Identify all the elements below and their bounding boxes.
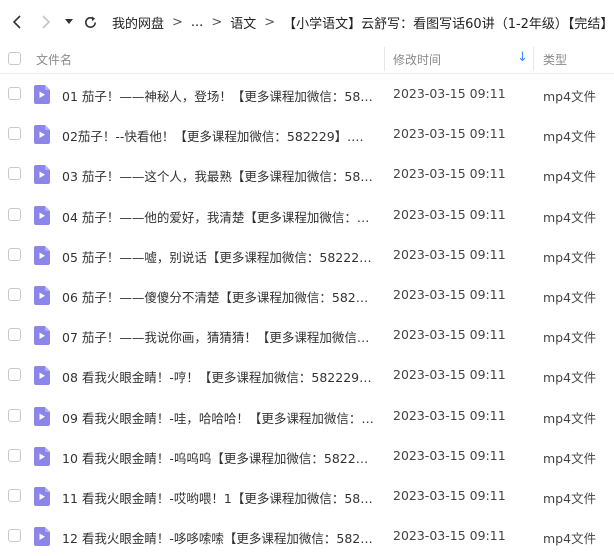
- file-type: mp4文件: [543, 410, 597, 426]
- file-row[interactable]: 11 看我火眼金睛！-哎哟喂！1【更多课程加微信：582229】.mp4 202…: [0, 476, 614, 516]
- file-name[interactable]: 05 茄子！——嘘，别说话【更多课程加微信：582229】.mp4: [62, 247, 374, 266]
- breadcrumb-ellipsis[interactable]: ...: [191, 15, 203, 30]
- caret-down-icon: [65, 19, 73, 24]
- row-checkbox[interactable]: [8, 127, 21, 141]
- breadcrumb: 我的网盘 > ... > 语文 > 【小学语文】云舒写：看图写话60讲（1-2年…: [112, 13, 614, 32]
- file-row[interactable]: 12 看我火眼金睛！-哆哆嗦嗦【更多课程加微信：582229】.mp4 2023…: [0, 516, 614, 556]
- sort-descending-icon[interactable]: ↓: [517, 50, 528, 65]
- file-type: mp4文件: [543, 129, 597, 145]
- row-checkbox[interactable]: [8, 529, 21, 543]
- file-name[interactable]: 04 茄子！——他的爱好，我清楚【更多课程加微信：582229】.mp4: [62, 207, 374, 226]
- chevron-left-icon: [12, 15, 21, 29]
- file-modified-time: 2023-03-15 09:11: [393, 166, 506, 182]
- file-modified-time: 2023-03-15 09:11: [393, 126, 506, 142]
- video-file-icon: [34, 366, 50, 386]
- file-list: 01 茄子！——神秘人，登场！【更多课程加微信：582229】.mp4 2023…: [0, 74, 614, 556]
- column-header-time[interactable]: 修改时间: [393, 51, 441, 68]
- row-checkbox[interactable]: [8, 328, 21, 342]
- video-file-icon: [34, 245, 50, 265]
- row-checkbox[interactable]: [8, 247, 21, 261]
- file-type: mp4文件: [543, 169, 597, 185]
- file-type: mp4文件: [543, 330, 597, 346]
- video-file-icon: [34, 165, 50, 185]
- file-row[interactable]: 04 茄子！——他的爱好，我清楚【更多课程加微信：582229】.mp4 202…: [0, 195, 614, 235]
- row-checkbox[interactable]: [8, 207, 21, 221]
- file-modified-time: 2023-03-15 09:11: [393, 206, 506, 222]
- row-checkbox[interactable]: [8, 488, 21, 502]
- file-row[interactable]: 08 看我火眼金睛！-哼！【更多课程加微信：582229】.mp4 2023-0…: [0, 355, 614, 395]
- file-type: mp4文件: [543, 370, 597, 386]
- video-file-icon: [34, 527, 50, 547]
- history-dropdown-button[interactable]: [60, 0, 78, 44]
- chevron-right-icon: [42, 15, 51, 29]
- file-modified-time: 2023-03-15 09:11: [393, 86, 506, 101]
- file-row[interactable]: 09 看我火眼金睛！-哇，哈哈哈！【更多课程加微信：582229】.mp4 20…: [0, 396, 614, 436]
- file-row[interactable]: 07 茄子！——我说你画，猜猜猜！【更多课程加微信：582229】.mp4 20…: [0, 315, 614, 355]
- video-file-icon: [34, 446, 50, 466]
- video-file-icon: [34, 406, 50, 426]
- file-row[interactable]: 01 茄子！——神秘人，登场！【更多课程加微信：582229】.mp4 2023…: [0, 74, 614, 114]
- file-modified-time: 2023-03-15 09:11: [393, 447, 506, 463]
- file-type: mp4文件: [543, 531, 597, 547]
- breadcrumb-current[interactable]: 【小学语文】云舒写：看图写话60讲（1-2年级）【完结】: [283, 13, 613, 32]
- row-checkbox[interactable]: [8, 167, 21, 181]
- file-row[interactable]: 10 看我火眼金睛！-呜呜呜【更多课程加微信：582229】.mp4 2023-…: [0, 436, 614, 476]
- file-modified-time: 2023-03-15 09:11: [393, 407, 506, 423]
- refresh-icon: [84, 15, 96, 28]
- video-file-icon: [34, 85, 50, 104]
- file-name[interactable]: 07 茄子！——我说你画，猜猜猜！【更多课程加微信：582229】.mp4: [62, 327, 374, 346]
- navigation-bar: 我的网盘 > ... > 语文 > 【小学语文】云舒写：看图写话60讲（1-2年…: [0, 0, 614, 44]
- file-modified-time: 2023-03-15 09:11: [393, 487, 506, 503]
- column-header-name[interactable]: 文件名: [36, 51, 72, 68]
- file-row[interactable]: 06 茄子！——傻傻分不清楚【更多课程加微信：582229】.mp4 2023-…: [0, 275, 614, 315]
- breadcrumb-separator: >: [172, 14, 183, 30]
- file-type: mp4文件: [543, 209, 597, 225]
- video-file-icon: [34, 285, 50, 305]
- back-button[interactable]: [2, 0, 32, 44]
- file-name[interactable]: 06 茄子！——傻傻分不清楚【更多课程加微信：582229】.mp4: [62, 287, 374, 306]
- video-file-icon: [34, 486, 50, 506]
- row-checkbox[interactable]: [8, 87, 21, 100]
- row-checkbox[interactable]: [8, 368, 21, 382]
- forward-button[interactable]: [32, 0, 60, 44]
- row-checkbox[interactable]: [8, 287, 21, 301]
- breadcrumb-separator: >: [264, 14, 276, 30]
- column-divider[interactable]: [533, 47, 534, 71]
- file-name[interactable]: 01 茄子！——神秘人，登场！【更多课程加微信：582229】.mp4: [62, 86, 374, 105]
- breadcrumb-root[interactable]: 我的网盘: [112, 13, 164, 32]
- column-header-type[interactable]: 类型: [543, 51, 567, 68]
- video-file-icon: [34, 125, 50, 145]
- file-modified-time: 2023-03-15 09:11: [393, 286, 506, 302]
- file-name[interactable]: 10 看我火眼金睛！-呜呜呜【更多课程加微信：582229】.mp4: [62, 448, 374, 467]
- file-list-header: 文件名 修改时间 ↓ 类型: [0, 44, 614, 74]
- file-modified-time: 2023-03-15 09:11: [393, 246, 506, 262]
- file-modified-time: 2023-03-15 09:11: [393, 528, 506, 544]
- video-file-icon: [34, 205, 50, 225]
- file-modified-time: 2023-03-15 09:11: [393, 327, 506, 343]
- select-all-checkbox[interactable]: [8, 52, 21, 65]
- file-row[interactable]: 03 茄子！——这个人，我最熟【更多课程加微信：582229】.mp4 2023…: [0, 154, 614, 194]
- file-name[interactable]: 02茄子！--快看他！【更多课程加微信：582229】.mp4: [62, 126, 374, 145]
- row-checkbox[interactable]: [8, 408, 21, 422]
- file-type: mp4文件: [543, 249, 597, 265]
- file-name[interactable]: 08 看我火眼金睛！-哼！【更多课程加微信：582229】.mp4: [62, 367, 374, 386]
- file-type: mp4文件: [543, 490, 597, 506]
- breadcrumb-folder[interactable]: 语文: [230, 13, 256, 32]
- file-name[interactable]: 12 看我火眼金睛！-哆哆嗦嗦【更多课程加微信：582229】.mp4: [62, 528, 374, 547]
- file-type: mp4文件: [543, 89, 597, 104]
- file-name[interactable]: 11 看我火眼金睛！-哎哟喂！1【更多课程加微信：582229】.mp4: [62, 488, 374, 507]
- file-name[interactable]: 03 茄子！——这个人，我最熟【更多课程加微信：582229】.mp4: [62, 166, 374, 185]
- breadcrumb-separator: >: [211, 14, 223, 30]
- row-checkbox[interactable]: [8, 448, 21, 462]
- file-modified-time: 2023-03-15 09:11: [393, 367, 506, 383]
- file-row[interactable]: 05 茄子！——嘘，别说话【更多课程加微信：582229】.mp4 2023-0…: [0, 235, 614, 275]
- refresh-button[interactable]: [78, 0, 102, 44]
- file-type: mp4文件: [543, 289, 597, 305]
- column-divider[interactable]: [384, 47, 385, 71]
- video-file-icon: [34, 326, 50, 346]
- file-type: mp4文件: [543, 450, 597, 466]
- file-name[interactable]: 09 看我火眼金睛！-哇，哈哈哈！【更多课程加微信：582229】.mp4: [62, 408, 374, 427]
- file-row[interactable]: 02茄子！--快看他！【更多课程加微信：582229】.mp4 2023-03-…: [0, 114, 614, 154]
